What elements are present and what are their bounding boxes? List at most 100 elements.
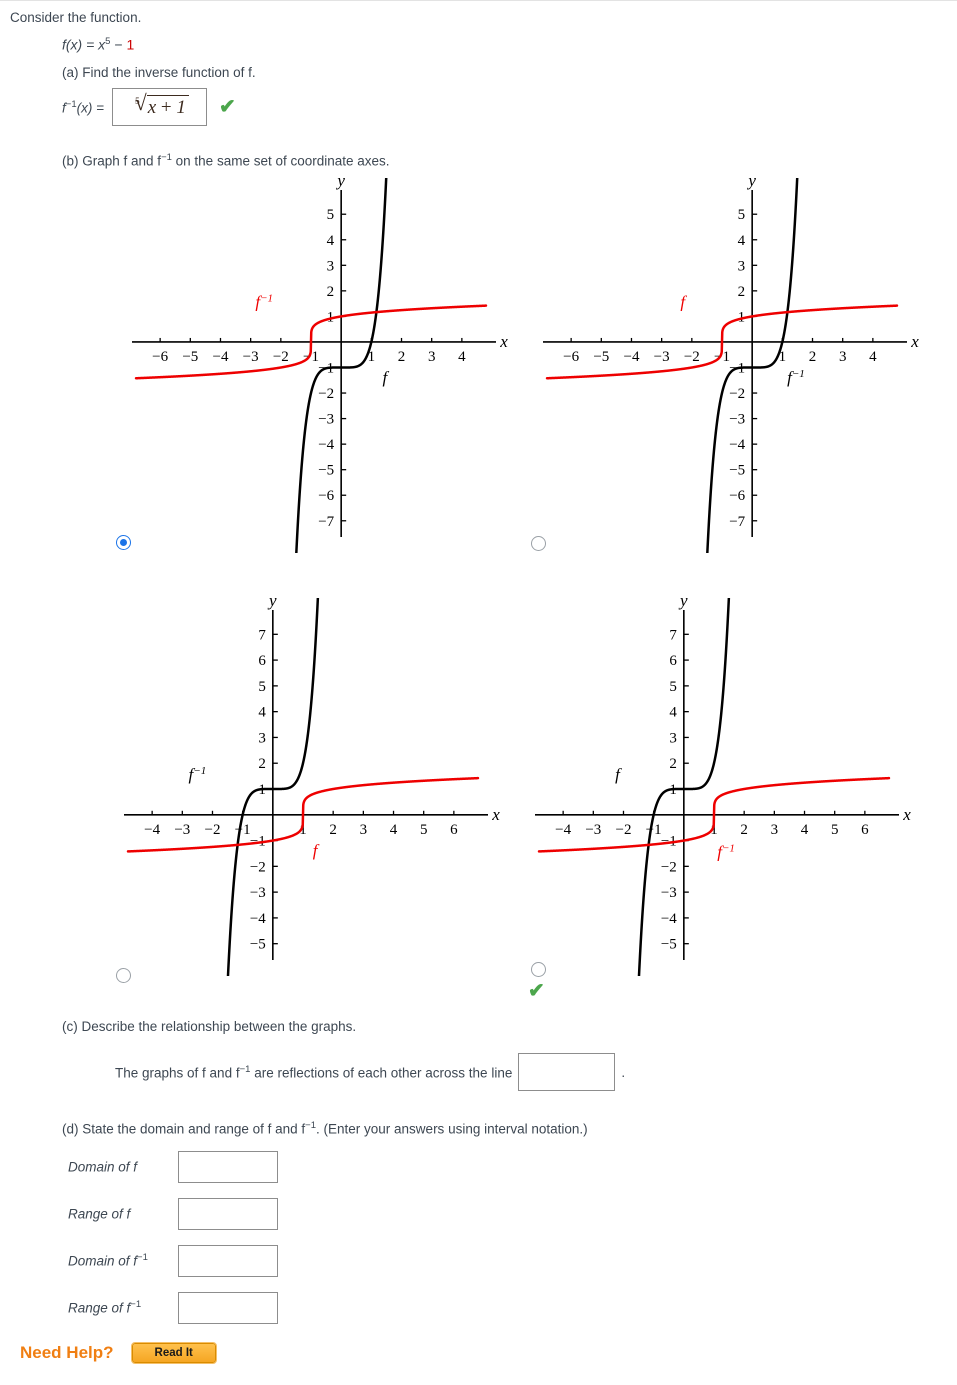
graph-option-2[interactable]: x y −6 −5 −4 −3 −2 −1 1 2 3 4 5 4 3 2 1 −1 −2 −3 −4 −5 −6 −7 f−1… xyxy=(531,178,941,553)
svg-text:4: 4 xyxy=(738,233,746,249)
part-c-text-pre: The graphs of f and f−1 are reflections … xyxy=(115,1063,513,1081)
svg-text:−6: −6 xyxy=(563,349,579,365)
part-a-correct-icon: ✔ xyxy=(219,96,236,118)
svg-text:−4: −4 xyxy=(623,349,639,365)
svg-text:x: x xyxy=(910,332,919,351)
function-definition: f(x) = x5 − 1 xyxy=(62,36,134,53)
domain-of-f-input[interactable] xyxy=(178,1150,278,1183)
svg-text:−5: −5 xyxy=(593,349,609,365)
svg-text:6: 6 xyxy=(450,822,458,838)
graph-option-1[interactable]: x y −6 −5 −4 −3 −2 −1 1 2 3 4 5 4 3 2 1 −1 −2 −3 −4 −5 −6 −7 f f−… xyxy=(120,178,530,553)
radical-sign-icon: √ xyxy=(134,90,147,115)
svg-text:−4: −4 xyxy=(555,822,571,838)
svg-text:x: x xyxy=(491,805,500,824)
radio-option-3[interactable] xyxy=(116,968,131,983)
svg-text:2: 2 xyxy=(327,284,335,300)
svg-text:3: 3 xyxy=(428,349,436,365)
svg-text:6: 6 xyxy=(669,653,677,669)
svg-text:−5: −5 xyxy=(729,463,745,479)
svg-text:−5: −5 xyxy=(661,937,677,953)
svg-text:3: 3 xyxy=(360,822,368,838)
range-of-f-inverse-input[interactable] xyxy=(178,1291,278,1324)
svg-text:3: 3 xyxy=(738,258,746,274)
inverse-function-input[interactable]: 5 √ x + 1 xyxy=(112,88,207,126)
function-constant: 1 xyxy=(126,36,135,53)
part-d-label: (d) State the domain and range of f and … xyxy=(62,1120,588,1137)
svg-text:2: 2 xyxy=(329,822,337,838)
svg-text:−4: −4 xyxy=(250,911,266,927)
svg-text:−4: −4 xyxy=(212,349,228,365)
svg-text:6: 6 xyxy=(258,653,266,669)
graph-option-2-svg: xy−6 −5 −4 −3 −2 −1 1 2 3 454321−1−2−3−4−5−6−7f−1… xyxy=(543,178,919,553)
function-minus: − xyxy=(110,36,127,53)
svg-text:f: f xyxy=(615,765,622,784)
graph-option-1-svg: xy−6 −5 −4 −3 −2 −1 1 2 3 454321−1−2−3−4−5−6−7ff−… xyxy=(132,178,508,553)
svg-text:f: f xyxy=(383,368,390,387)
table-row: Range of f−1 xyxy=(68,1284,278,1331)
svg-text:5: 5 xyxy=(420,822,428,838)
svg-text:5: 5 xyxy=(831,822,839,838)
need-help-section: Need Help? Read It xyxy=(20,1342,217,1364)
svg-text:3: 3 xyxy=(839,349,847,365)
range-of-f-input[interactable] xyxy=(178,1197,278,1230)
svg-text:−4: −4 xyxy=(144,822,160,838)
svg-text:4: 4 xyxy=(669,705,677,721)
read-it-button[interactable]: Read It xyxy=(130,1342,217,1364)
need-help-label: Need Help? xyxy=(20,1343,114,1362)
part-c-label: (c) Describe the relationship between th… xyxy=(62,1019,357,1034)
svg-text:−3: −3 xyxy=(250,885,266,901)
svg-text:−3: −3 xyxy=(585,822,601,838)
radio-option-2[interactable] xyxy=(531,536,546,551)
domain-of-f-label: Domain of f xyxy=(68,1159,138,1175)
svg-text:7: 7 xyxy=(258,627,266,643)
part-c-period: . xyxy=(621,1064,626,1080)
svg-text:−7: −7 xyxy=(318,514,334,530)
table-row: Domain of f−1 xyxy=(68,1237,278,1284)
radio-option-1[interactable] xyxy=(116,535,131,550)
svg-text:−3: −3 xyxy=(174,822,190,838)
svg-text:−2: −2 xyxy=(250,859,266,875)
svg-text:−4: −4 xyxy=(318,437,334,453)
svg-text:4: 4 xyxy=(801,822,809,838)
domain-of-f-inverse-input[interactable] xyxy=(178,1244,278,1277)
part-a-lhs: f−1(x) = xyxy=(62,98,104,116)
svg-text:5: 5 xyxy=(738,207,746,223)
svg-text:y: y xyxy=(335,178,345,190)
radio-option-4[interactable] xyxy=(531,962,546,977)
reflection-line-input[interactable] xyxy=(518,1053,616,1091)
table-row: Domain of f xyxy=(68,1143,278,1190)
svg-text:5: 5 xyxy=(669,679,677,695)
svg-text:−2: −2 xyxy=(729,386,745,402)
svg-text:5: 5 xyxy=(327,207,335,223)
svg-text:7: 7 xyxy=(669,627,677,643)
graph-option-4[interactable]: x y −4 −3 −2 −1 1 2 3 4 5 6 7 6 5 4 3 2 1 −1 −2 −3 −4 −5 f f−1 xyxy=(523,598,933,976)
svg-text:−6: −6 xyxy=(729,488,745,504)
svg-text:6: 6 xyxy=(861,822,869,838)
svg-text:x: x xyxy=(902,805,911,824)
graph-option-3[interactable]: x y −4 −3 −2 −1 1 2 3 4 5 6 7 6 5 4 3 2 1 −1 −2 −3 −4 −5 f−1 f xyxy=(112,598,522,976)
svg-text:−4: −4 xyxy=(729,437,745,453)
svg-text:4: 4 xyxy=(258,705,266,721)
svg-text:2: 2 xyxy=(669,756,677,772)
svg-text:−6: −6 xyxy=(152,349,168,365)
svg-text:3: 3 xyxy=(669,730,677,746)
graph-option-4-svg: xy−4 −3 −2 −1 1 2 3 4 5 67654321−1−2−3−4−5ff−1 xyxy=(535,598,911,976)
part-b-label: (b) Graph f and f−1 on the same set of c… xyxy=(62,152,390,169)
svg-text:f: f xyxy=(680,292,687,311)
svg-text:−2: −2 xyxy=(661,859,677,875)
svg-text:4: 4 xyxy=(458,349,466,365)
svg-text:−1: −1 xyxy=(235,822,251,838)
range-of-f-label: Range of f xyxy=(68,1206,131,1222)
domain-range-table: Domain of f Range of f Domain of f−1 Ran… xyxy=(68,1143,278,1331)
svg-text:−3: −3 xyxy=(729,412,745,428)
svg-text:−6: −6 xyxy=(318,488,334,504)
part-a-answer-row: f−1(x) = 5 √ x + 1 ✔ xyxy=(62,88,236,126)
svg-text:−3: −3 xyxy=(318,412,334,428)
part-c-sentence: The graphs of f and f−1 are reflections … xyxy=(115,1053,625,1091)
svg-text:−3: −3 xyxy=(654,349,670,365)
function-expression: f(x) = x xyxy=(62,36,106,53)
svg-text:2: 2 xyxy=(740,822,748,838)
svg-text:y: y xyxy=(678,598,688,610)
range-of-f-inverse-label: Range of f−1 xyxy=(68,1299,142,1316)
svg-text:−5: −5 xyxy=(182,349,198,365)
